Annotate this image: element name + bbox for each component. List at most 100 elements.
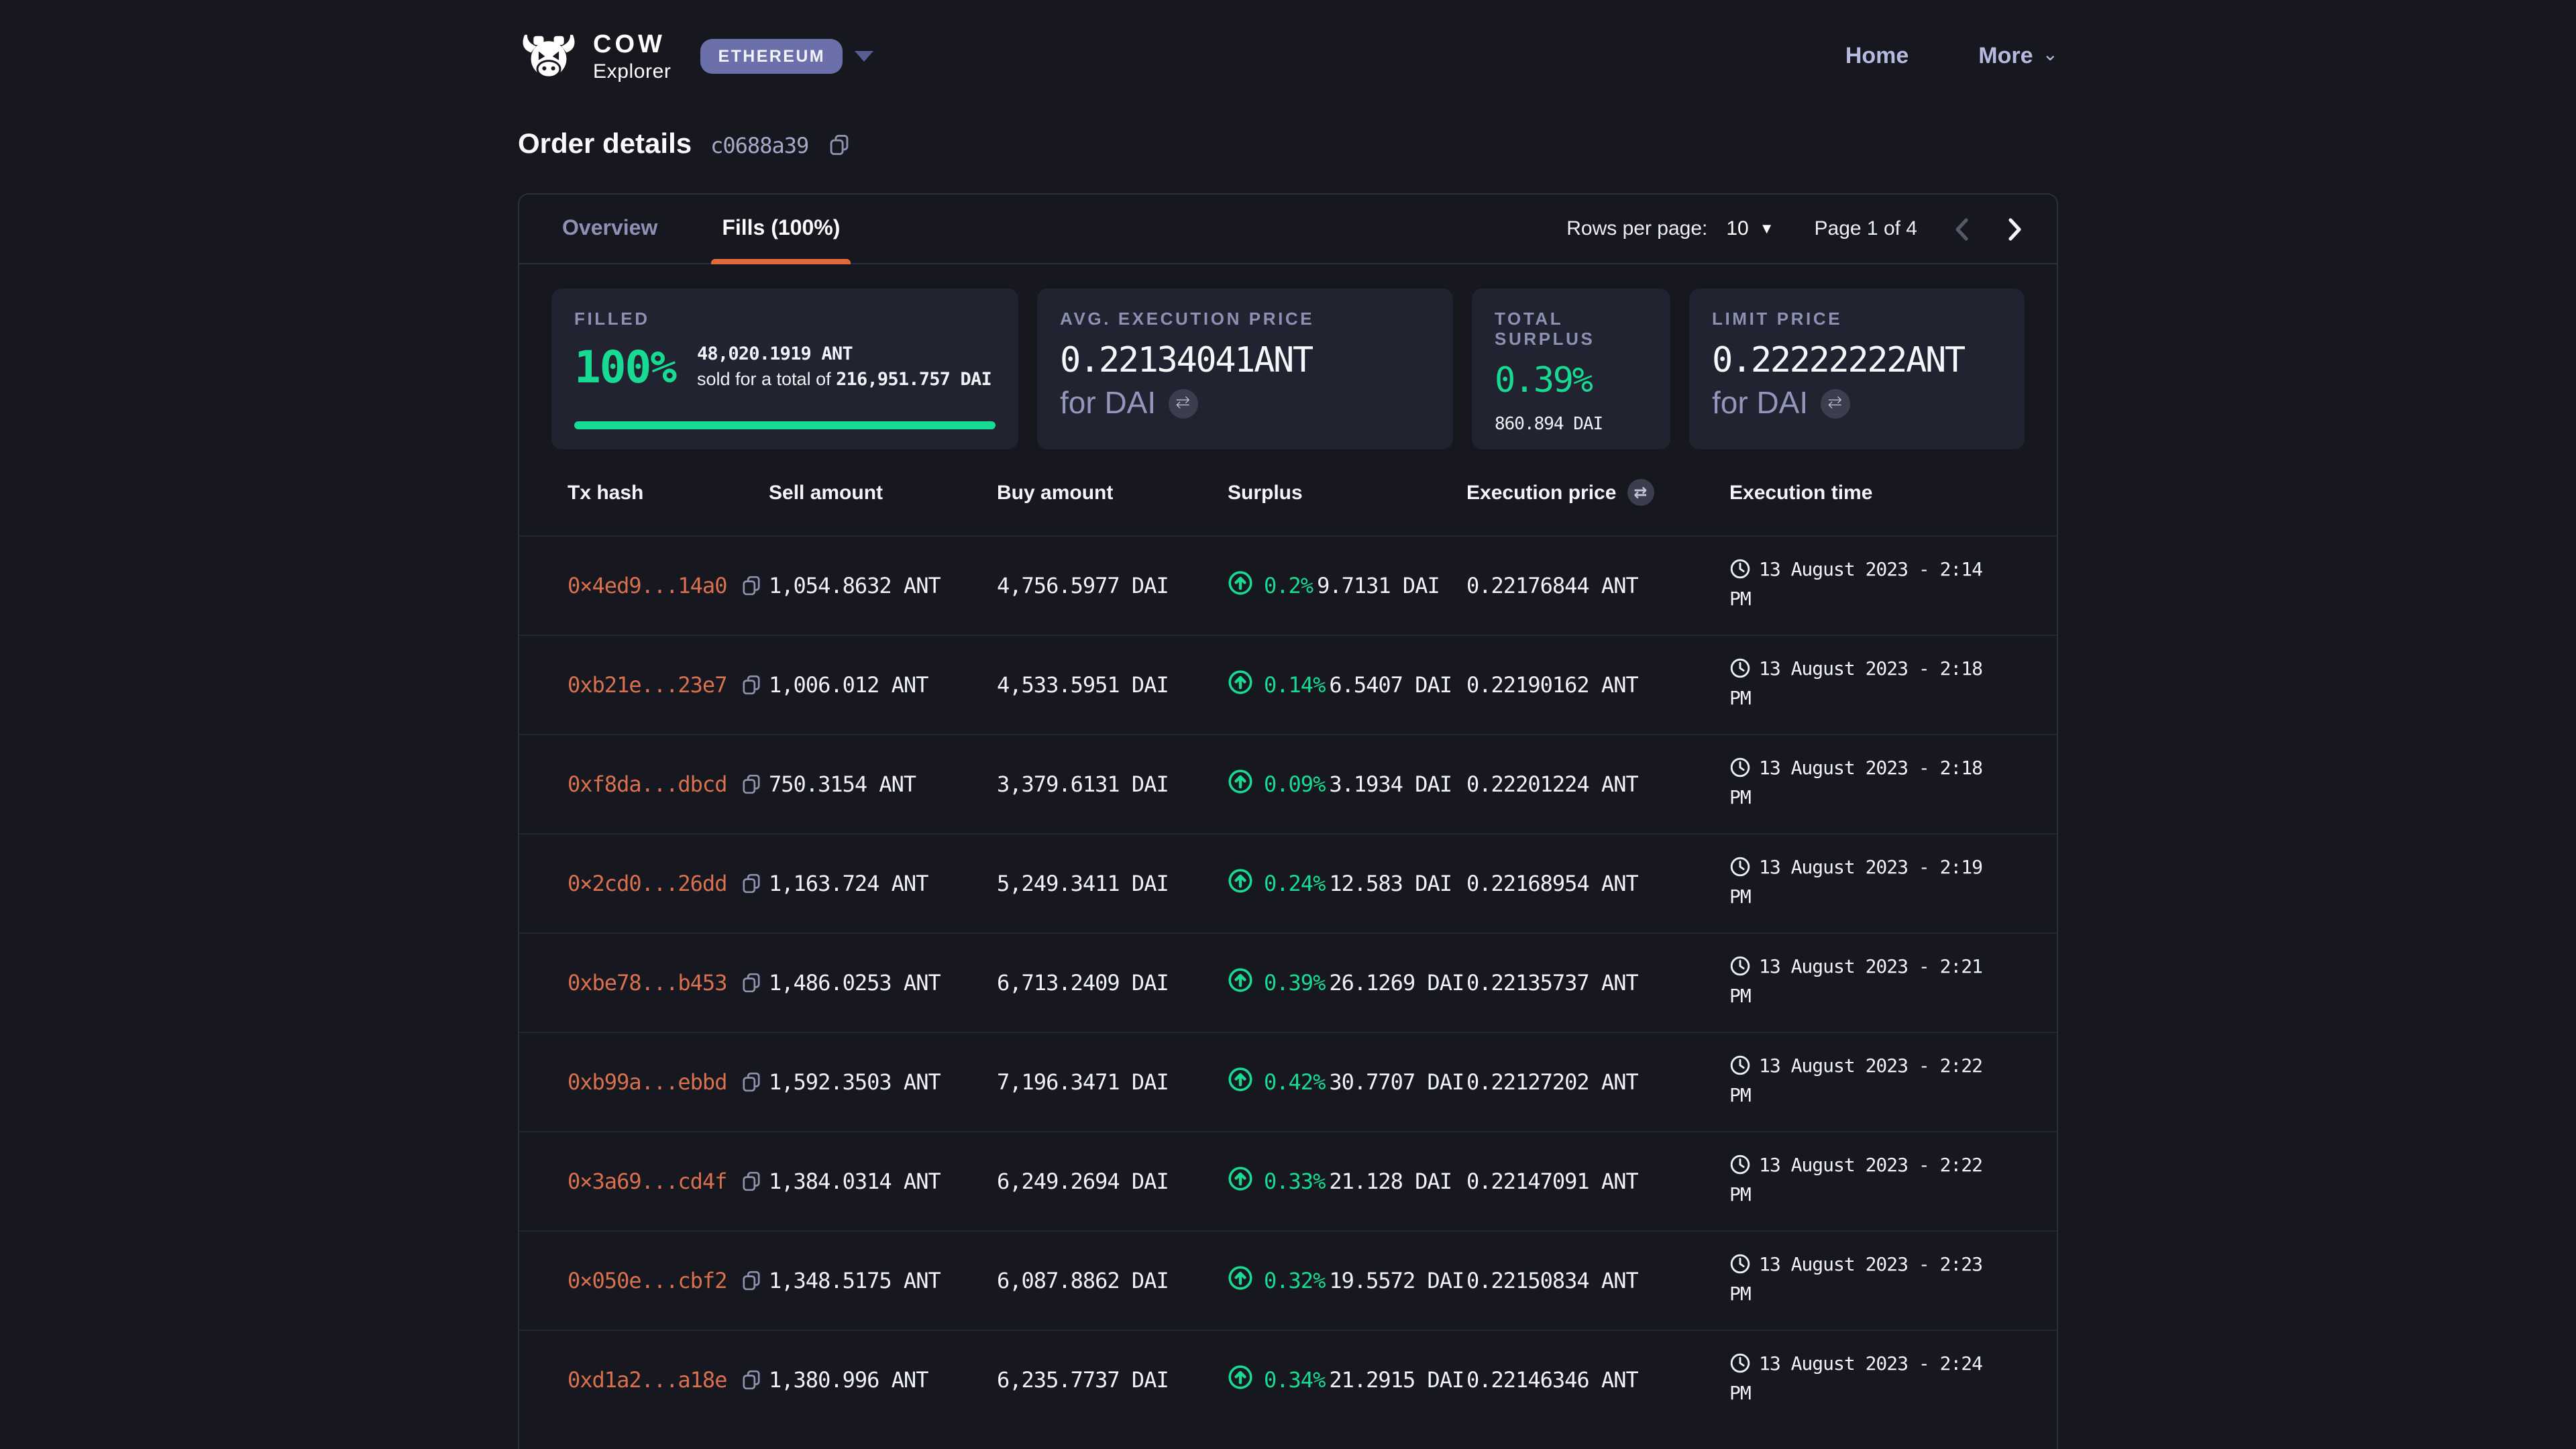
execution-price: 0.22176844 ANT [1466, 573, 1729, 598]
sell-amount: 1,592.3503 ANT [769, 1069, 997, 1095]
next-page-button[interactable] [2006, 215, 2025, 242]
swap-icon[interactable]: ⇄ [1168, 388, 1197, 418]
main-nav: Home More ⌄ [1845, 43, 2058, 70]
surplus-percent: 0.32% [1264, 1268, 1325, 1293]
rows-per-page-select[interactable]: 10 ▼ [1726, 217, 1774, 240]
limit-price-label: LIMIT PRICE [1712, 309, 2002, 329]
buy-amount: 5,249.3411 DAI [997, 871, 1228, 896]
tabs-bar: Overview Fills (100%) Rows per page: 10 … [519, 195, 2057, 264]
top-bar: COW Explorer ETHEREUM Home More ⌄ [0, 0, 2576, 113]
copy-icon[interactable] [827, 133, 850, 157]
tx-hash-link[interactable]: 0xbe78...b453 [568, 970, 727, 996]
buy-amount: 6,235.7737 DAI [997, 1367, 1228, 1393]
execution-time-text: 13 August 2023 - 2:22 PM [1729, 1056, 1982, 1106]
surplus-amount: 12.583 DAI [1329, 871, 1452, 896]
execution-price: 0.22135737 ANT [1466, 970, 1729, 996]
tx-hash-link[interactable]: 0×050e...cbf2 [568, 1268, 727, 1293]
surplus-percent: 0.09% [1264, 771, 1325, 797]
surplus-cell: 0.24% 12.583 DAI [1228, 868, 1466, 899]
logo-wordmark: COW [593, 32, 672, 57]
nav-home[interactable]: Home [1845, 43, 1909, 70]
surplus-up-icon [1228, 1067, 1253, 1097]
surplus-percent: 0.24% [1264, 871, 1325, 896]
tx-hash-link[interactable]: 0×4ed9...14a0 [568, 573, 727, 598]
tx-hash-link[interactable]: 0×2cd0...26dd [568, 871, 727, 896]
execution-time: 13 August 2023 - 2:14 PM [1729, 557, 2008, 615]
limit-price-value: 0.22222222ANT [1712, 341, 2002, 381]
buy-amount: 4,533.5951 DAI [997, 672, 1228, 698]
surplus-up-icon [1228, 1166, 1253, 1197]
avg-price-for-label: for DAI [1060, 385, 1156, 421]
execution-price: 0.22168954 ANT [1466, 871, 1729, 896]
execution-price: 0.22147091 ANT [1466, 1169, 1729, 1194]
avg-price-label: AVG. EXECUTION PRICE [1060, 309, 1430, 329]
order-id: c0688a39 [710, 132, 808, 158]
caret-down-icon [855, 51, 873, 62]
nav-more[interactable]: More ⌄ [1978, 43, 2058, 70]
total-surplus-percent: 0.39% [1495, 361, 1648, 401]
execution-time-text: 13 August 2023 - 2:14 PM [1729, 559, 1982, 610]
execution-time: 13 August 2023 - 2:21 PM [1729, 954, 2008, 1012]
buy-amount: 4,756.5977 DAI [997, 573, 1228, 598]
column-execution-time: Execution time [1729, 481, 2008, 504]
tx-hash-link[interactable]: 0xb99a...ebbd [568, 1069, 727, 1095]
surplus-amount: 21.2915 DAI [1329, 1367, 1464, 1393]
swap-icon[interactable]: ⇄ [1820, 388, 1849, 418]
copy-icon[interactable] [740, 1071, 761, 1093]
tab-fills[interactable]: Fills (100%) [711, 195, 851, 263]
total-surplus-card: TOTAL SURPLUS 0.39% 860.894 DAI [1472, 288, 1670, 449]
total-surplus-label: TOTAL SURPLUS [1495, 309, 1648, 349]
execution-time: 13 August 2023 - 2:22 PM [1729, 1053, 2008, 1112]
page-title: Order details [518, 129, 692, 161]
sell-amount: 1,163.724 ANT [769, 871, 997, 896]
logo[interactable]: COW Explorer [518, 32, 672, 81]
surplus-amount: 19.5572 DAI [1329, 1268, 1464, 1293]
tx-hash-link[interactable]: 0xb21e...23e7 [568, 672, 727, 698]
tx-hash-link[interactable]: 0xf8da...dbcd [568, 771, 727, 797]
table-row: 0×4ed9...14a0 1,054.8632 ANT 4,756.5977 … [519, 535, 2057, 635]
copy-icon[interactable] [740, 674, 761, 696]
filled-label: FILLED [574, 309, 996, 329]
surplus-cell: 0.2% 9.7131 DAI [1228, 570, 1466, 601]
rows-per-page-label: Rows per page: [1566, 217, 1707, 240]
surplus-amount: 21.128 DAI [1329, 1169, 1452, 1194]
copy-icon[interactable] [740, 773, 761, 796]
execution-time-text: 13 August 2023 - 2:21 PM [1729, 957, 1982, 1007]
tab-overview[interactable]: Overview [551, 195, 668, 263]
execution-price: 0.22150834 ANT [1466, 1268, 1729, 1293]
cow-explorer-app: COW Explorer ETHEREUM Home More ⌄ Order … [0, 0, 2576, 1449]
page-title-row: Order details c0688a39 [518, 129, 2058, 161]
copy-icon[interactable] [740, 1170, 761, 1193]
table-row: 0×3a69...cd4f 1,384.0314 ANT 6,249.2694 … [519, 1131, 2057, 1230]
copy-icon[interactable] [740, 1269, 761, 1292]
buy-amount: 6,087.8862 DAI [997, 1268, 1228, 1293]
clock-icon [1729, 1352, 1751, 1374]
rows-per-page-value: 10 [1726, 217, 1748, 240]
swap-icon[interactable]: ⇄ [1627, 479, 1654, 506]
copy-icon[interactable] [740, 574, 761, 597]
nav-more-label: More [1978, 43, 2033, 70]
copy-icon[interactable] [740, 1368, 761, 1391]
surplus-up-icon [1228, 769, 1253, 800]
execution-price: 0.22201224 ANT [1466, 771, 1729, 797]
copy-icon[interactable] [740, 872, 761, 895]
surplus-cell: 0.34% 21.2915 DAI [1228, 1364, 1466, 1395]
execution-time: 13 August 2023 - 2:19 PM [1729, 855, 2008, 913]
clock-icon [1729, 757, 1751, 778]
tx-hash-link[interactable]: 0xd1a2...a18e [568, 1367, 727, 1393]
cow-logo-icon [518, 34, 580, 79]
prev-page-button[interactable] [1952, 215, 1971, 242]
surplus-up-icon [1228, 967, 1253, 998]
execution-time-text: 13 August 2023 - 2:22 PM [1729, 1155, 1982, 1205]
total-surplus-amount: 860.894 DAI [1495, 415, 1648, 435]
clock-icon [1729, 955, 1751, 977]
buy-amount: 6,249.2694 DAI [997, 1169, 1228, 1194]
surplus-percent: 0.34% [1264, 1367, 1325, 1393]
clock-icon [1729, 558, 1751, 580]
tx-hash-link[interactable]: 0×3a69...cd4f [568, 1169, 727, 1194]
surplus-amount: 3.1934 DAI [1329, 771, 1452, 797]
surplus-up-icon [1228, 1364, 1253, 1395]
network-selector[interactable]: ETHEREUM [701, 39, 874, 74]
copy-icon[interactable] [740, 971, 761, 994]
sell-amount: 1,486.0253 ANT [769, 970, 997, 996]
